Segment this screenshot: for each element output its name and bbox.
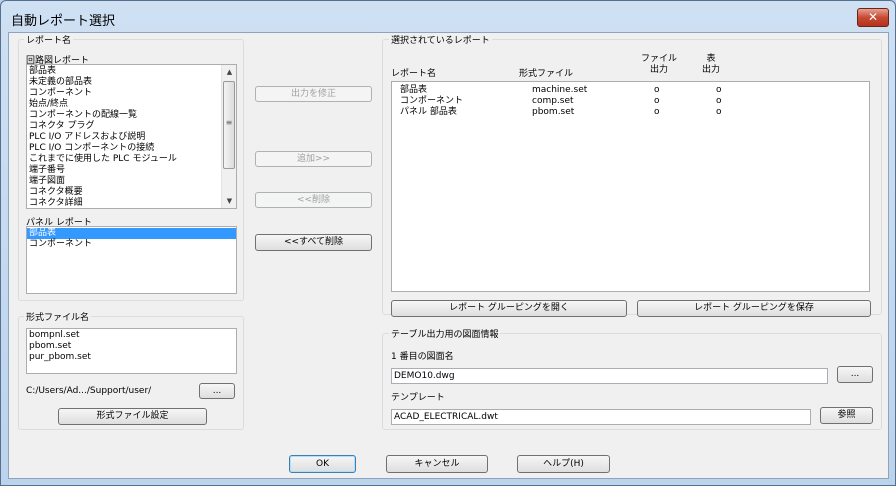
col-file-output: ファイル 出力: [641, 54, 678, 75]
list-item[interactable]: PLC I/O アドレスおよび説明: [27, 132, 236, 143]
dialog-window: 自動レポート選択 ✕ レポート名 回路図レポート 部品表 未定義の部品表 コンポーネ…: [0, 0, 896, 486]
template-browse-button[interactable]: 参照: [820, 407, 873, 424]
list-item[interactable]: 未定義の部品表: [27, 77, 236, 88]
cell-format: comp.set: [532, 96, 574, 106]
template-field[interactable]: ACAD_ELECTRICAL.dwt: [391, 409, 811, 425]
table-info-legend: テーブル出力用の図面情報: [389, 327, 501, 340]
scroll-down-icon[interactable]: ▼: [222, 194, 236, 208]
cell-format: pbom.set: [532, 107, 575, 117]
add-button[interactable]: 追加>>: [255, 151, 372, 167]
ok-button[interactable]: OK: [289, 455, 356, 473]
col-report-name: レポート名: [391, 69, 437, 79]
cell-format: machine.set: [532, 85, 588, 95]
report-name-legend: レポート名: [24, 33, 74, 46]
drawing-browse-button[interactable]: ...: [837, 366, 873, 383]
format-file-list[interactable]: bompnl.set pbom.set pur_pbom.set: [26, 328, 237, 374]
col-table-output: 表 出力: [702, 54, 721, 75]
edit-output-button[interactable]: 出力を修正: [255, 86, 372, 102]
list-item[interactable]: 部品表: [27, 66, 236, 77]
cell-file: o: [654, 107, 660, 117]
cell-table: o: [716, 85, 722, 95]
selected-reports-legend: 選択されているレポート: [389, 33, 492, 46]
list-item[interactable]: 端子番号: [27, 165, 236, 176]
format-settings-button[interactable]: 形式ファイル設定: [58, 408, 207, 425]
table-row[interactable]: コンポーネント comp.set o o: [392, 96, 869, 107]
list-item[interactable]: これまでに使用した PLC モジュール: [27, 154, 236, 165]
schematic-reports-list[interactable]: 部品表 未定義の部品表 コンポーネント 始点/終点 コンポーネントの配線一覧 コネクタ プ…: [26, 64, 237, 209]
list-item[interactable]: 始点/終点: [27, 99, 236, 110]
scroll-up-icon[interactable]: ▲: [222, 65, 236, 79]
list-item[interactable]: コンポーネント: [27, 239, 236, 250]
list-item[interactable]: コネクタ詳細: [27, 198, 236, 208]
remove-all-button[interactable]: <<すべて削除: [255, 234, 372, 251]
list-item[interactable]: PLC I/O コンポーネントの接続: [27, 143, 236, 154]
drawing-name-field[interactable]: DEMO10.dwg: [391, 368, 828, 384]
remove-button[interactable]: <<削除: [255, 192, 372, 208]
help-button[interactable]: ヘルプ(H): [517, 455, 610, 473]
cell-file: o: [654, 85, 660, 95]
dialog-client: レポート名 回路図レポート 部品表 未定義の部品表 コンポーネント 始点/終点 コンポー…: [8, 32, 889, 479]
schematic-list-scrollbar[interactable]: ▲ ≡ ▼: [221, 65, 236, 208]
window-title: 自動レポート選択: [11, 14, 116, 29]
selected-reports-list[interactable]: 部品表 machine.set o o コンポーネント comp.set o o パネル 部品表…: [391, 81, 870, 292]
panel-reports-list[interactable]: 部品表 コンポーネント: [26, 226, 237, 294]
cell-name: 部品表: [400, 85, 428, 95]
save-grouping-button[interactable]: レポート グルーピングを保存: [637, 300, 871, 317]
close-button[interactable]: ✕: [857, 8, 889, 27]
list-item[interactable]: コンポーネント: [27, 88, 236, 99]
format-path-text: C:/Users/Ad.../Support/user/: [26, 386, 152, 396]
format-file-legend: 形式ファイル名: [24, 310, 92, 323]
cell-name: パネル 部品表: [400, 107, 457, 117]
cell-file: o: [654, 96, 660, 106]
list-item[interactable]: bompnl.set: [27, 330, 236, 341]
list-item[interactable]: コネクタ概要: [27, 187, 236, 198]
list-item[interactable]: コンポーネントの配線一覧: [27, 110, 236, 121]
list-item[interactable]: pur_pbom.set: [27, 352, 236, 363]
col-format-file: 形式ファイル: [519, 69, 574, 79]
drawing-name-label: 1 番目の図面名: [391, 352, 454, 362]
format-browse-button[interactable]: ...: [199, 383, 235, 399]
list-item[interactable]: 端子図面: [27, 176, 236, 187]
list-item[interactable]: コネクタ プラグ: [27, 121, 236, 132]
scroll-thumb[interactable]: ≡: [223, 81, 235, 169]
table-row[interactable]: 部品表 machine.set o o: [392, 85, 869, 96]
template-label: テンプレート: [391, 393, 445, 403]
table-row[interactable]: パネル 部品表 pbom.set o o: [392, 107, 869, 118]
list-item[interactable]: 部品表: [27, 228, 236, 239]
open-grouping-button[interactable]: レポート グルーピングを開く: [391, 300, 627, 317]
cell-table: o: [716, 96, 722, 106]
cell-name: コンポーネント: [400, 96, 464, 106]
cancel-button[interactable]: キャンセル: [386, 455, 488, 473]
list-item[interactable]: pbom.set: [27, 341, 236, 352]
cell-table: o: [716, 107, 722, 117]
